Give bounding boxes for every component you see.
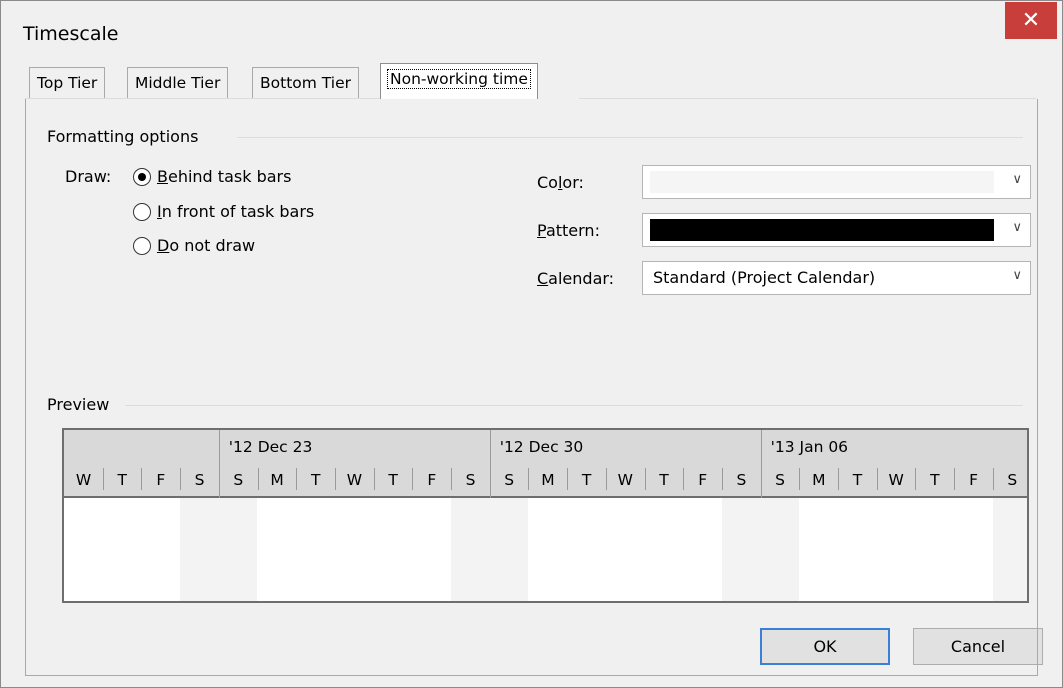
tab-panel xyxy=(25,99,1038,676)
tab-label: Middle Tier xyxy=(135,74,221,92)
tab-label: Non-working time xyxy=(387,69,531,89)
tab-label: Top Tier xyxy=(37,74,98,92)
timescale-dialog: Timescale ✕ Top Tier Middle Tier Bottom … xyxy=(0,0,1063,688)
tab-middle-tier[interactable]: Middle Tier xyxy=(127,67,229,99)
tab-non-working-time[interactable]: Non-working time xyxy=(380,63,538,99)
dialog-title: Timescale xyxy=(23,23,119,45)
close-button[interactable]: ✕ xyxy=(1005,2,1057,39)
close-icon: ✕ xyxy=(1021,8,1041,33)
title-bar: Timescale ✕ xyxy=(1,1,1062,59)
tab-top-tier[interactable]: Top Tier xyxy=(29,67,106,99)
tab-bottom-tier[interactable]: Bottom Tier xyxy=(252,67,359,99)
tab-label: Bottom Tier xyxy=(260,74,351,92)
